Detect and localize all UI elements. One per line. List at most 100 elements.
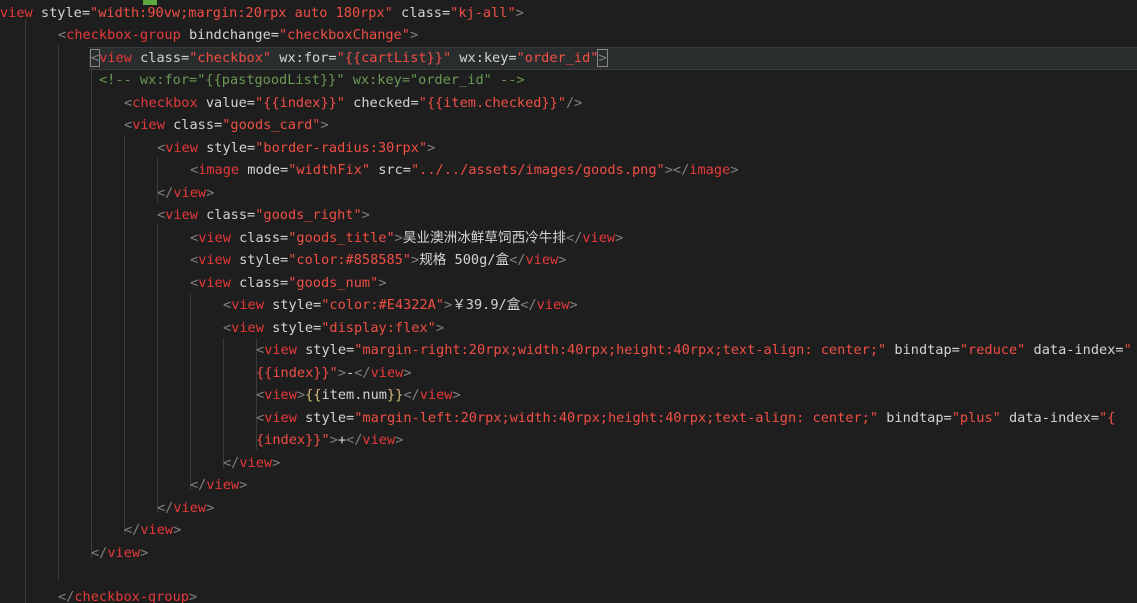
code-token: "color:#E4322A" bbox=[321, 296, 444, 313]
code-token: class= bbox=[230, 229, 289, 246]
code-token: > bbox=[615, 229, 624, 246]
code-line[interactable]: <view class="goods_card"> bbox=[124, 114, 329, 137]
code-token: view bbox=[173, 184, 207, 201]
code-token: mode= bbox=[239, 161, 289, 178]
code-line[interactable]: <view class="goods_num"> bbox=[190, 272, 386, 295]
code-token: class= bbox=[164, 116, 223, 133]
code-line[interactable]: <view style="display:flex"> bbox=[223, 317, 444, 340]
code-line[interactable]: <view style="color:#858585">规格 500g/盒</v… bbox=[190, 249, 566, 272]
code-token: < bbox=[256, 386, 265, 403]
code-line[interactable]: </view> bbox=[223, 452, 280, 475]
code-token: "goods_num" bbox=[288, 274, 379, 291]
code-line[interactable]: <view class="checkbox" wx:for="{{cartLis… bbox=[89, 47, 608, 70]
code-token: wx:key= bbox=[451, 49, 517, 66]
code-line[interactable]: </view> bbox=[190, 474, 247, 497]
code-line[interactable]: view style="width:90vw;margin:20rpx auto… bbox=[0, 2, 524, 25]
code-line[interactable]: <checkbox value="{{index}}" checked="{{i… bbox=[124, 92, 582, 115]
code-token: < bbox=[124, 94, 133, 111]
code-token: ￥39.9/盒 bbox=[452, 296, 521, 313]
code-editor[interactable]: view style="width:90vw;margin:20rpx auto… bbox=[0, 0, 1137, 603]
code-token: "margin-left:20rpx;width:40rpx;height:40… bbox=[354, 409, 879, 426]
code-token: view bbox=[140, 521, 174, 538]
code-token: > bbox=[361, 206, 370, 223]
code-token: > bbox=[206, 499, 215, 516]
code-token: style= bbox=[230, 251, 289, 268]
code-token: </ bbox=[190, 476, 207, 493]
code-token: view bbox=[173, 499, 207, 516]
code-token: > bbox=[320, 116, 329, 133]
code-token: > bbox=[452, 386, 461, 403]
code-line[interactable]: <view class="goods_title">昊业澳洲冰鲜草饲西冷牛排</… bbox=[190, 227, 623, 250]
code-token: > bbox=[206, 184, 215, 201]
code-token: < bbox=[157, 139, 166, 156]
code-line[interactable]: <view style="margin-left:20rpx;width:40r… bbox=[256, 407, 1115, 430]
code-token: "../../assets/images/goods.png" bbox=[410, 161, 665, 178]
code-token: </ bbox=[520, 296, 537, 313]
code-token: style= bbox=[32, 4, 91, 21]
code-token: view bbox=[206, 476, 240, 493]
code-token: </ bbox=[157, 184, 174, 201]
code-token: view bbox=[582, 229, 616, 246]
code-line[interactable]: <!-- wx:for="{{pastgoodList}}" wx:key="o… bbox=[99, 69, 525, 92]
code-line[interactable]: <view style="margin-right:20rpx;width:40… bbox=[256, 339, 1132, 362]
code-token: src= bbox=[370, 161, 411, 178]
code-token: > bbox=[403, 364, 412, 381]
code-line[interactable]: {index}}">+</view> bbox=[256, 429, 403, 452]
code-token: "display:flex" bbox=[321, 319, 436, 336]
code-token: 规格 500g/盒 bbox=[419, 251, 510, 268]
code-line[interactable]: <image mode="widthFix" src="../../assets… bbox=[190, 159, 738, 182]
code-token: view bbox=[419, 386, 453, 403]
code-token: </ bbox=[124, 521, 141, 538]
code-token: view bbox=[198, 251, 231, 268]
code-token: > bbox=[239, 476, 248, 493]
code-token: 昊业澳洲冰鲜草饲西冷牛排 bbox=[402, 229, 566, 246]
code-token: {{ bbox=[305, 386, 322, 403]
code-token: > bbox=[272, 454, 281, 471]
code-line[interactable]: <view style="color:#E4322A">￥39.9/盒</vie… bbox=[223, 294, 578, 317]
code-token: " bbox=[1123, 341, 1132, 358]
code-token: < bbox=[190, 161, 199, 178]
code-line[interactable]: <view class="goods_right"> bbox=[157, 204, 370, 227]
code-token: "color:#858585" bbox=[288, 251, 411, 268]
indent-guide bbox=[124, 135, 125, 535]
code-token: > bbox=[444, 296, 453, 313]
code-token: <!-- wx:for="{{pastgoodList}}" wx:key="o… bbox=[99, 71, 525, 88]
code-token: view bbox=[239, 454, 273, 471]
code-token: "goods_title" bbox=[288, 229, 395, 246]
code-line[interactable]: <view>{{item.num}}</view> bbox=[256, 384, 461, 407]
code-token: - bbox=[346, 364, 355, 381]
code-token: > bbox=[296, 386, 306, 403]
code-line[interactable]: </view> bbox=[157, 182, 214, 205]
code-token: view bbox=[264, 409, 297, 426]
code-token: view bbox=[362, 431, 396, 448]
code-line[interactable]: </view> bbox=[91, 542, 148, 565]
code-token: ></ bbox=[664, 161, 690, 178]
code-line[interactable]: </checkbox-group> bbox=[58, 586, 197, 603]
code-token: > bbox=[337, 364, 347, 381]
code-line[interactable]: <checkbox-group bindchange="checkboxChan… bbox=[58, 24, 418, 47]
code-token: > bbox=[411, 251, 420, 268]
indent-guide bbox=[25, 20, 26, 603]
code-line[interactable]: <view style="border-radius:30rpx"> bbox=[157, 137, 435, 160]
code-token: "margin-right:20rpx;width:40rpx;height:4… bbox=[354, 341, 887, 358]
code-token: < bbox=[223, 319, 232, 336]
code-token: > bbox=[378, 274, 387, 291]
code-token: view bbox=[107, 544, 141, 561]
code-token: < bbox=[256, 341, 265, 358]
code-token: wx:for= bbox=[271, 49, 337, 66]
code-token: class= bbox=[131, 49, 190, 66]
code-token: > bbox=[435, 319, 444, 336]
code-token: < bbox=[190, 229, 199, 246]
code-line[interactable]: </view> bbox=[124, 519, 181, 542]
code-token: data-index= bbox=[1025, 341, 1124, 358]
code-token: </ bbox=[346, 431, 363, 448]
code-token: view bbox=[231, 319, 264, 336]
indent-guide bbox=[223, 338, 224, 468]
code-token: checked= bbox=[345, 94, 419, 111]
code-token: </ bbox=[223, 454, 240, 471]
code-token: view bbox=[536, 296, 570, 313]
code-token: checkbox-group bbox=[66, 26, 181, 43]
code-line[interactable]: {{index}}">-</view> bbox=[256, 362, 412, 385]
code-line[interactable]: </view> bbox=[157, 497, 214, 520]
code-token: view bbox=[165, 206, 198, 223]
